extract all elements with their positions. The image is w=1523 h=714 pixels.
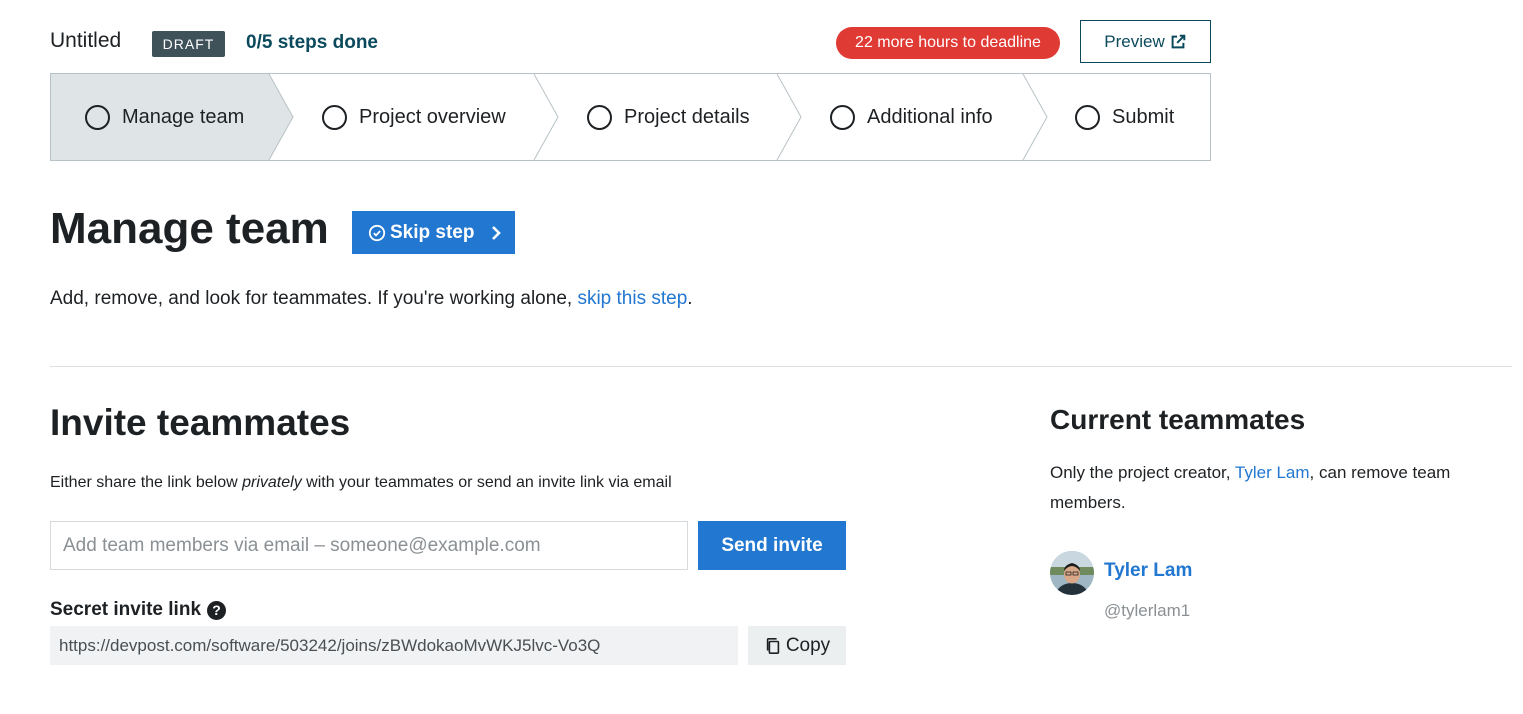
step-project-overview[interactable]: Project overview: [322, 74, 506, 160]
invite-desc-after: with your teammates or send an invite li…: [301, 474, 672, 491]
step-circle-icon: [1075, 104, 1100, 130]
step-circle-icon: [85, 104, 110, 130]
step-navigation: Manage team Project overview Project det…: [50, 73, 1211, 161]
step-circle-icon: [322, 104, 347, 130]
step-label: Project overview: [359, 105, 506, 128]
step-project-details[interactable]: Project details: [587, 74, 750, 160]
email-invite-input[interactable]: [50, 521, 688, 570]
preview-button[interactable]: Preview: [1080, 20, 1211, 63]
secret-link-label: Secret invite link ?: [50, 599, 227, 621]
skip-step-button[interactable]: Skip step: [352, 211, 515, 254]
copy-icon: [766, 637, 780, 654]
preview-label: Preview: [1104, 31, 1165, 51]
teammate-handle: @tylerlam1: [1104, 601, 1191, 620]
teammate-name-link[interactable]: Tyler Lam: [1104, 560, 1192, 582]
creator-link[interactable]: Tyler Lam: [1235, 463, 1310, 482]
invite-description: Either share the link below privately wi…: [50, 474, 672, 492]
avatar[interactable]: [1050, 551, 1094, 595]
external-link-icon: [1171, 34, 1186, 48]
help-icon[interactable]: ?: [207, 600, 227, 620]
invite-title: Invite teammates: [50, 402, 351, 443]
step-submit[interactable]: Submit: [1075, 74, 1174, 160]
section-divider: [50, 366, 1512, 367]
copy-label: Copy: [785, 634, 831, 656]
step-manage-team[interactable]: Manage team: [85, 74, 244, 160]
step-label: Additional info: [867, 105, 993, 128]
step-circle-icon: [830, 104, 855, 130]
send-invite-button[interactable]: Send invite: [698, 521, 846, 570]
steps-progress: 0/5 steps done: [246, 32, 378, 53]
deadline-badge: 22 more hours to deadline: [836, 27, 1060, 59]
secret-link-field[interactable]: https://devpost.com/software/503242/join…: [50, 626, 738, 665]
chevron-right-icon: [492, 225, 502, 240]
copy-button[interactable]: Copy: [748, 626, 846, 665]
step-circle-icon: [587, 104, 612, 130]
step-label: Manage team: [122, 105, 245, 128]
step-label: Project details: [624, 105, 750, 128]
step-label: Submit: [1112, 105, 1175, 128]
intro-text-main: Add, remove, and look for teammates. If …: [50, 288, 578, 309]
current-teammates-description: Only the project creator, Tyler Lam, can…: [1050, 458, 1512, 518]
invite-desc-before: Either share the link below: [50, 474, 243, 491]
skip-this-step-link[interactable]: skip this step: [577, 288, 687, 309]
current-teammates-title: Current teammates: [1050, 404, 1306, 435]
invite-desc-emphasis: privately: [242, 474, 302, 491]
secret-link-label-text: Secret invite link: [50, 599, 202, 620]
intro-text-end: .: [687, 288, 693, 309]
intro-text: Add, remove, and look for teammates. If …: [50, 288, 693, 310]
teammates-desc-before: Only the project creator,: [1050, 463, 1235, 482]
check-circle-icon: [368, 224, 386, 241]
draft-badge: DRAFT: [152, 31, 225, 57]
step-additional-info[interactable]: Additional info: [830, 74, 993, 160]
project-title: Untitled: [50, 29, 122, 52]
page-title: Manage team: [50, 204, 329, 253]
skip-step-label: Skip step: [390, 221, 475, 243]
avatar-image: [1050, 551, 1094, 595]
